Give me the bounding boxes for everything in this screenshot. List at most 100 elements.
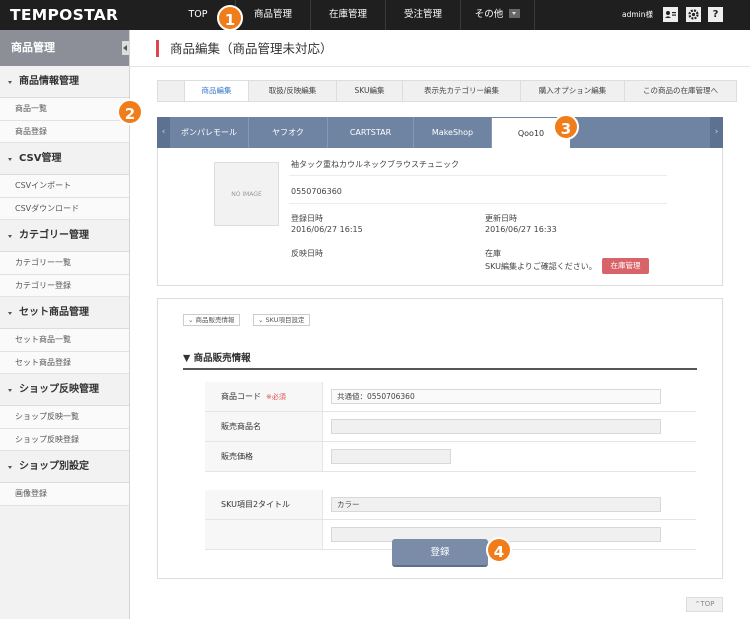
shop-tab-cartstar[interactable]: CARTSTAR [327,117,413,148]
shop-tabs: ‹ ポンパレモール ヤフオク CARTSTAR MakeShop Qoo10 › [157,117,723,149]
page-title: 商品編集（商品管理未対応） [156,40,333,57]
caret-down-icon [8,312,12,315]
shop-tab-ponpare[interactable]: ポンパレモール [170,117,248,148]
field-label: 商品コード ※必須 [205,382,323,411]
sidebar-item-image-register[interactable]: 画像登録 [0,483,129,506]
sidebar-item-set-register[interactable]: セット商品登録 [0,351,129,374]
caret-down-icon [8,81,12,84]
collapse-icon[interactable] [122,41,129,55]
product-summary: NO IMAGE 袖タック重ねカウルネックブラウスチュニック 055070636… [157,148,723,286]
sidebar-section-product-info[interactable]: 商品情報管理 [0,66,129,98]
logo: TEMPOSTAR [10,6,119,24]
sidebar-item-reflect-register[interactable]: ショップ反映登録 [0,428,129,451]
app-root: TEMPOSTAR TOP 商品管理 在庫管理 受注管理 その他 admin様 … [0,0,750,619]
sidebar-section-category[interactable]: カテゴリー管理 [0,220,129,252]
nav-other[interactable]: その他 [460,0,535,30]
updated-label: 更新日時 [485,214,517,223]
product-code-field[interactable]: 共通値：0550706360 [331,389,661,404]
tab-option-edit[interactable]: 購入オプション編集 [520,81,624,101]
sidebar-item-category-list[interactable]: カテゴリー一覧 [0,252,129,275]
field-label: 販売価格 [205,442,323,471]
step-badge-1: 1 [217,5,243,31]
section-heading: ▼ 商品販売情報 [183,352,697,370]
sales-info-form: ⌄ 商品販売情報 ⌄ SKU項目設定 ▼ 商品販売情報 商品コード ※必須 共通値… [157,298,723,579]
stock-manage-button[interactable]: 在庫管理 [602,258,649,274]
caret-down-icon [8,158,12,161]
global-header: TEMPOSTAR TOP 商品管理 在庫管理 受注管理 その他 admin様 … [0,0,750,30]
chevron-left-icon[interactable]: ‹ [157,117,170,148]
tab-product-edit[interactable]: 商品編集 [184,81,248,101]
chevron-right-icon[interactable]: › [710,117,723,148]
section-label: 商品情報管理 [19,76,79,87]
toggle-label: 商品販売情報 [195,316,235,324]
caret-down-icon [8,235,12,238]
tab-handling-edit[interactable]: 取扱/反映編集 [248,81,336,101]
shop-tab-makeshop[interactable]: MakeShop [413,117,491,148]
edit-tabs: 商品編集 取扱/反映編集 SKU編集 表示先カテゴリー編集 購入オプション編集 … [157,80,737,102]
sidebar-item-set-list[interactable]: セット商品一覧 [0,329,129,352]
divider [289,203,667,204]
form-row-sales-name: 販売商品名 [205,412,696,442]
toggle-label: SKU項目設定 [265,316,305,324]
sidebar-item-category-register[interactable]: カテゴリー登録 [0,274,129,297]
back-to-top-label: TOP [700,600,715,608]
tab-stock-link[interactable]: この商品の在庫管理へ [624,81,736,101]
price-input[interactable] [331,449,451,464]
section-label: CSV管理 [19,153,62,164]
tab-sku-edit[interactable]: SKU編集 [336,81,402,101]
reflect-label: 反映日時 [291,249,323,258]
nav-orders[interactable]: 受注管理 [385,0,460,30]
sidebar-item-product-register[interactable]: 商品登録 [0,120,129,143]
section-label: ショップ別設定 [19,461,89,472]
caret-down-icon [8,466,12,469]
nav-stock[interactable]: 在庫管理 [310,0,385,30]
sidebar-header: 商品管理 [0,30,129,66]
section-label: ショップ反映管理 [19,384,99,395]
toggle-sku-settings[interactable]: ⌄ SKU項目設定 [253,314,310,326]
sidebar-section-shop-settings[interactable]: ショップ別設定 [0,451,129,483]
step-badge-4: 4 [486,537,512,563]
sidebar-item-reflect-list[interactable]: ショップ反映一覧 [0,406,129,429]
chevron-down-icon [509,9,521,18]
toggle-sales-info[interactable]: ⌄ 商品販売情報 [183,314,240,326]
sidebar-section-set-product[interactable]: セット商品管理 [0,297,129,329]
form-row-sku2-title: SKU項目2タイトル カラー [205,490,696,520]
nav-other-label: その他 [474,9,504,20]
nav-product[interactable]: 商品管理 [235,0,310,30]
sku2-title-input[interactable]: カラー [331,497,661,512]
sidebar-item-csv-download[interactable]: CSVダウンロード [0,197,129,220]
sidebar-title: 商品管理 [11,41,55,54]
section-label: セット商品管理 [19,307,89,318]
field-label [205,520,323,549]
sidebar-section-csv[interactable]: CSV管理 [0,143,129,175]
user-name: admin様 [622,10,653,19]
sidebar-section-shop-reflect[interactable]: ショップ反映管理 [0,374,129,406]
help-icon[interactable]: ? [708,7,723,22]
register-button[interactable]: 登録 [392,539,488,567]
product-image-placeholder: NO IMAGE [214,162,279,226]
stock-label: 在庫 [485,249,501,258]
caret-down-icon [8,389,12,392]
sidebar-item-csv-import[interactable]: CSVインポート [0,175,129,198]
registered-value: 2016/06/27 16:15 [291,225,363,234]
registered-label: 登録日時 [291,214,323,223]
field-label-text: 商品コード [221,392,261,401]
tab-category-edit[interactable]: 表示先カテゴリー編集 [402,81,520,101]
step-badge-2: 2 [117,99,143,125]
required-mark: ※必須 [266,393,286,401]
shop-tab-yahuoku[interactable]: ヤフオク [248,117,327,148]
gear-icon[interactable] [686,7,701,22]
form-row-product-code: 商品コード ※必須 共通値：0550706360 [205,382,696,412]
product-code: 0550706360 [291,187,342,196]
divider [289,175,667,176]
step-badge-3: 3 [553,114,579,140]
sidebar: 商品管理 商品情報管理 商品一覧 商品登録 CSV管理 CSVインポート CSV… [0,30,130,619]
sales-name-input[interactable] [331,419,661,434]
stock-note: SKU編集よりご確認ください。 [485,262,597,271]
back-to-top-button[interactable]: ⌃TOP [686,597,723,612]
divider [130,66,750,67]
product-name: 袖タック重ねカウルネックブラウスチュニック [291,160,459,169]
user-card-icon[interactable] [663,7,678,22]
sidebar-item-product-list[interactable]: 商品一覧 [0,98,129,121]
section-label: カテゴリー管理 [19,230,89,241]
